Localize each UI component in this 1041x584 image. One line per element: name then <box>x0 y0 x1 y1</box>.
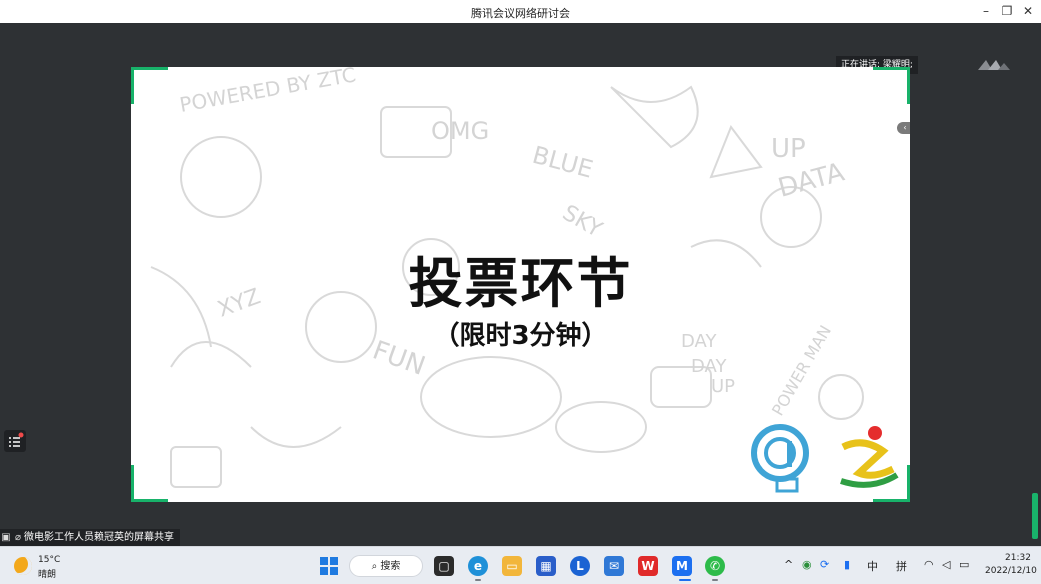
weather-temp: 15°C <box>38 555 61 565</box>
screen-share-text: 微电影工作人员赖冠英的屏幕共享 <box>24 532 174 543</box>
window-title: 腾讯会议网络研讨会 <box>471 7 570 20</box>
doodle-word: UP <box>711 376 735 397</box>
task-view-icon[interactable]: ▢ <box>434 556 454 576</box>
maximize-button[interactable]: ❐ <box>996 2 1018 20</box>
tray-chevron-up-icon[interactable]: ^ <box>784 558 793 571</box>
slide-subtitle: （限时3分钟） <box>433 321 608 351</box>
ime-mode-indicator[interactable]: 拼 <box>896 558 907 574</box>
wps-office-icon[interactable]: W <box>638 556 658 576</box>
slide-corner <box>131 465 168 502</box>
running-indicator <box>475 579 481 581</box>
speaker-icon[interactable]: ◁ <box>942 558 950 571</box>
slide-corner <box>873 67 910 104</box>
file-explorer-icon[interactable]: ▭ <box>502 556 522 576</box>
doodle-word: POWERED BY ZTC <box>178 67 358 117</box>
clock-date[interactable]: 2022/12/10 <box>985 566 1037 576</box>
battery-icon[interactable]: ▭ <box>959 558 969 571</box>
slide-corner <box>131 67 168 104</box>
mail-icon[interactable]: ✉ <box>604 556 624 576</box>
brand-logo-icon <box>840 426 899 488</box>
clock-time[interactable]: 21:32 <box>1005 553 1031 563</box>
wifi-icon[interactable]: ◠ <box>924 558 934 571</box>
weather-widget[interactable]: 15°C 晴朗 <box>14 555 104 580</box>
tencent-meeting-icon[interactable]: M <box>672 556 692 576</box>
microsoft-store-icon[interactable]: ▦ <box>536 556 556 576</box>
volume-level-bar <box>1032 493 1038 539</box>
taskbar: 15°C 晴朗 ⌕ 搜索 ▢ e ▭ ▦ L ✉ W M ✆ ^ ◉ ⟳ ▮ 中… <box>0 546 1041 584</box>
shared-screen-slide: POWERED BY ZTC OMG BLUE SKY UP DATA FUN … <box>131 67 910 502</box>
lenovo-app-icon[interactable]: L <box>570 556 590 576</box>
edge-browser-icon[interactable]: e <box>468 556 488 576</box>
doodle-word: SKY <box>558 201 607 243</box>
window-titlebar: 腾讯会议网络研讨会 – ❐ ✕ <box>0 0 1041 23</box>
microphone-icon[interactable]: ▮ <box>844 558 850 571</box>
taskbar-search-button[interactable]: ⌕ 搜索 <box>349 555 423 577</box>
windows-start-icon[interactable] <box>320 557 338 575</box>
screen-share-icon: ▣ <box>1 532 11 543</box>
weather-condition: 晴朗 <box>38 570 57 580</box>
doodle-word: UP <box>771 134 806 164</box>
screen-share-banner: ▣ ⌀ 微电影工作人员赖冠英的屏幕共享 <box>0 529 180 546</box>
doodle-word: BLUE <box>529 141 596 184</box>
moon-weather-icon <box>14 557 32 575</box>
close-button[interactable]: ✕ <box>1017 2 1039 20</box>
search-label: 搜索 <box>380 561 401 572</box>
wechat-icon[interactable]: ✆ <box>705 556 725 576</box>
slide-title: 投票环节 <box>408 252 633 315</box>
mic-muted-icon: ⌀ <box>14 532 22 543</box>
ci-logo-icon <box>751 424 809 493</box>
collapse-arrow-icon[interactable]: ‹ <box>897 122 910 134</box>
active-indicator <box>679 579 691 581</box>
doodle-word: DATA <box>775 157 848 203</box>
doodle-word: DAY <box>691 356 727 377</box>
minimize-button[interactable]: – <box>975 2 997 20</box>
running-indicator <box>712 579 718 581</box>
member-list-button[interactable] <box>4 430 26 452</box>
tray-sync-icon[interactable]: ⟳ <box>820 558 829 571</box>
list-icon <box>9 432 24 447</box>
meeting-logo-icon <box>978 60 1010 70</box>
doodle-word: OMG <box>431 117 489 145</box>
ime-language-indicator[interactable]: 中 <box>867 558 878 574</box>
tray-app-icon[interactable]: ◉ <box>802 558 812 571</box>
